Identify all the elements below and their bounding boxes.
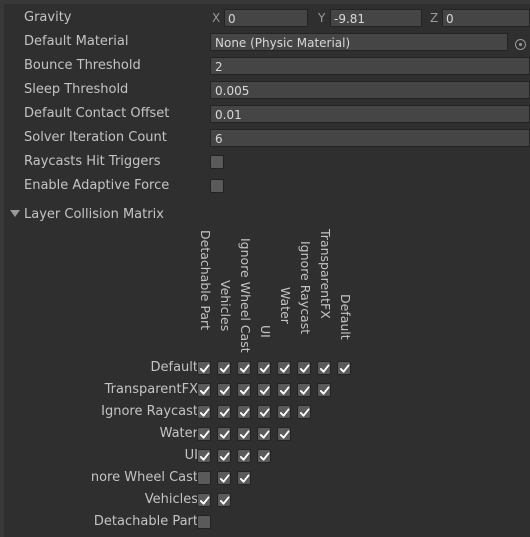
matrix-checkbox-checked[interactable]	[217, 471, 231, 485]
matrix-column-label: Water	[278, 287, 293, 324]
matrix-checkbox-checked[interactable]	[197, 493, 211, 507]
matrix-column-label: UI	[258, 325, 273, 338]
matrix-row-label: Default	[150, 360, 199, 375]
matrix-checkbox-checked[interactable]	[197, 405, 211, 419]
matrix-checkbox-unchecked[interactable]	[197, 515, 211, 529]
matrix-checkbox-checked[interactable]	[217, 427, 231, 441]
matrix-checkbox-checked[interactable]	[237, 449, 251, 463]
default-contact-offset-field[interactable]: 0.01	[210, 105, 530, 123]
matrix-checkbox-checked[interactable]	[217, 493, 231, 507]
matrix-checkbox-checked[interactable]	[317, 383, 331, 397]
gravity-x-field[interactable]: 0	[224, 9, 308, 27]
solver-iteration-count-label: Solver Iteration Count	[24, 130, 167, 145]
matrix-row-label: Detachable Part	[93, 514, 198, 529]
matrix-checkbox-checked[interactable]	[217, 361, 231, 375]
matrix-checkbox-checked[interactable]	[197, 427, 211, 441]
layer-collision-matrix-title[interactable]: Layer Collision Matrix	[24, 205, 164, 225]
matrix-checkbox-checked[interactable]	[297, 361, 311, 375]
solver-iteration-count-field[interactable]: 6	[210, 129, 530, 147]
matrix-checkbox-checked[interactable]	[337, 361, 351, 375]
matrix-column-label: Ignore Wheel Cast	[238, 238, 253, 353]
enable-adaptive-force-label: Enable Adaptive Force	[24, 178, 170, 193]
default-contact-offset-label: Default Contact Offset	[24, 106, 170, 121]
bounce-threshold-label: Bounce Threshold	[24, 58, 141, 73]
matrix-checkbox-checked[interactable]	[257, 405, 271, 419]
matrix-checkbox-checked[interactable]	[237, 427, 251, 441]
gravity-y-field[interactable]: -9.81	[330, 9, 422, 27]
matrix-column-label: Ignore Raycast	[298, 241, 313, 335]
matrix-column-label: Vehicles	[218, 280, 233, 332]
matrix-checkbox-checked[interactable]	[197, 361, 211, 375]
sleep-threshold-label: Sleep Threshold	[24, 82, 129, 97]
matrix-row-label: nore Wheel Cast	[90, 470, 198, 485]
matrix-checkbox-checked[interactable]	[237, 471, 251, 485]
raycasts-hit-triggers-label: Raycasts Hit Triggers	[24, 154, 161, 169]
matrix-checkbox-checked[interactable]	[257, 383, 271, 397]
default-material-field[interactable]: None (Physic Material)	[210, 33, 508, 51]
raycasts-hit-triggers-checkbox[interactable]	[210, 155, 224, 169]
matrix-row-label: UI	[184, 448, 198, 463]
enable-adaptive-force-checkbox[interactable]	[210, 179, 224, 193]
matrix-checkbox-checked[interactable]	[237, 383, 251, 397]
gravity-x-label[interactable]: X	[212, 8, 220, 28]
gravity-y-label[interactable]: Y	[318, 8, 325, 28]
matrix-checkbox-checked[interactable]	[217, 449, 231, 463]
matrix-checkbox-checked[interactable]	[277, 361, 291, 375]
matrix-checkbox-checked[interactable]	[257, 361, 271, 375]
matrix-checkbox-checked[interactable]	[277, 383, 291, 397]
matrix-checkbox-checked[interactable]	[297, 383, 311, 397]
bounce-threshold-field[interactable]: 2	[210, 57, 530, 75]
matrix-checkbox-checked[interactable]	[217, 383, 231, 397]
matrix-row-label: TransparentFX	[104, 382, 198, 397]
matrix-checkbox-checked[interactable]	[277, 427, 291, 441]
matrix-checkbox-checked[interactable]	[237, 361, 251, 375]
matrix-checkbox-checked[interactable]	[237, 405, 251, 419]
matrix-checkbox-checked[interactable]	[317, 361, 331, 375]
matrix-column-label: Default	[338, 294, 353, 340]
matrix-checkbox-unchecked[interactable]	[197, 471, 211, 485]
gravity-label: Gravity	[24, 10, 72, 25]
matrix-checkbox-checked[interactable]	[277, 405, 291, 419]
matrix-row-label: Vehicles	[144, 492, 198, 507]
matrix-checkbox-checked[interactable]	[297, 405, 311, 419]
sleep-threshold-field[interactable]: 0.005	[210, 81, 530, 99]
matrix-row-label: Ignore Raycast	[101, 404, 198, 419]
physics-settings-panel: Gravity X 0 Y -9.81 Z 0 Default Material…	[4, 4, 530, 537]
matrix-checkbox-checked[interactable]	[257, 427, 271, 441]
foldout-arrow-icon[interactable]	[10, 210, 20, 217]
matrix-checkbox-checked[interactable]	[257, 449, 271, 463]
gravity-z-label[interactable]: Z	[430, 8, 438, 28]
matrix-checkbox-checked[interactable]	[217, 405, 231, 419]
matrix-column-label: TransparentFX	[318, 229, 333, 319]
gravity-z-field[interactable]: 0	[442, 9, 530, 27]
object-picker-icon[interactable]	[515, 39, 526, 50]
matrix-column-label: Detachable Part	[198, 230, 213, 331]
default-material-label: Default Material	[24, 34, 129, 49]
matrix-checkbox-checked[interactable]	[197, 449, 211, 463]
matrix-row-label: Water	[159, 426, 198, 441]
matrix-checkbox-checked[interactable]	[197, 383, 211, 397]
